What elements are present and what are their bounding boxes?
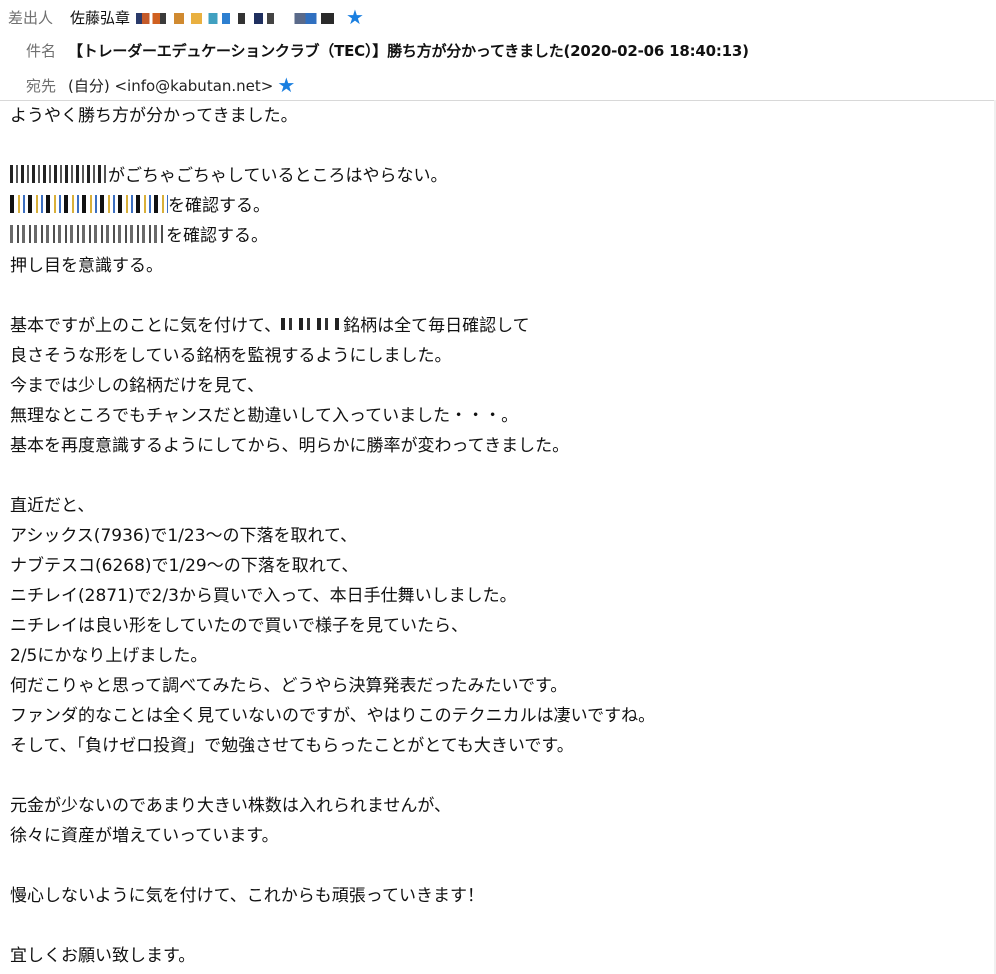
body-line: 2/5にかなり上げました。 — [10, 646, 208, 666]
subject-label: 件名 — [26, 41, 57, 60]
recipient-address[interactable]: (自分) <info@kabutan.net> — [68, 75, 273, 96]
body-line: 徐々に資産が増えていっています。 — [10, 826, 279, 846]
redacted-text — [281, 318, 344, 330]
from-row: 差出人 佐藤弘章 ★ — [8, 2, 364, 32]
body-line: を確認する。 — [10, 221, 986, 251]
body-line: 基本を再度意識するようにしてから、明らかに勝率が変わってきました。 — [10, 436, 570, 456]
body-line: ナブテスコ(6268)で1/29～の下落を取れて、 — [10, 556, 359, 576]
body-line-text: を確認する。 — [166, 226, 268, 246]
body-line: がごちゃごちゃしているところはやらない。 — [10, 161, 986, 191]
body-line-text: を確認する。 — [168, 196, 270, 216]
body-line: 何だこりゃと思って調べてみたら、どうやら決算発表だったみたいです。 — [10, 676, 568, 696]
body-line: ようやく勝ち方が分かってきました。 — [10, 106, 298, 126]
body-line: 良さそうな形をしている銘柄を監視するようにしました。 — [10, 346, 452, 366]
body-line-text: がごちゃごちゃしているところはやらない。 — [108, 166, 448, 186]
redacted-text — [10, 165, 108, 183]
message-body: ようやく勝ち方が分かってきました。 がごちゃごちゃしているところはやらない。 を… — [10, 101, 986, 971]
body-line: 押し目を意識する。 — [10, 256, 163, 276]
to-row: 宛先 (自分) <info@kabutan.net> ★ — [26, 70, 295, 100]
to-label: 宛先 — [26, 76, 57, 95]
redacted-address — [290, 12, 335, 24]
sender-name[interactable]: 佐藤弘章 — [70, 7, 130, 28]
body-line-text: 基本ですが上のことに気を付けて、 — [10, 316, 282, 336]
body-line: 慢心しないように気を付けて、これからも頑張っていきます！ — [10, 886, 484, 906]
body-line: 宜しくお願い致します。 — [10, 946, 196, 966]
body-line: 直近だと、 — [10, 496, 95, 516]
body-line: そして、「負けゼロ投資」で勉強させてもらったことがとても大きいです。 — [10, 736, 574, 756]
from-label: 差出人 — [8, 8, 54, 27]
body-line: ニチレイは良い形をしていたので買いで様子を見ていたら、 — [10, 616, 468, 636]
body-line: 無理なところでもチャンスだと勘違いして入っていました・・・。 — [10, 406, 519, 426]
subject-text: 【トレーダーエデュケーションクラブ（TEC）】勝ち方が分かってきました(2020… — [68, 41, 749, 60]
redacted-address — [136, 12, 167, 24]
star-icon[interactable]: ★ — [277, 75, 295, 95]
body-line: 元金が少ないのであまり大きい株数は入れられませんが、 — [10, 796, 451, 816]
body-line: 今までは少しの銘柄だけを見て、 — [10, 376, 265, 396]
message-header: 差出人 佐藤弘章 ★ 件名 【トレーダーエデュケーションクラブ（TEC）】勝ち方… — [0, 0, 996, 101]
body-line: アシックス(7936)で1/23～の下落を取れて、 — [10, 526, 358, 546]
redacted-text — [10, 195, 168, 213]
redacted-address — [174, 12, 231, 24]
body-line: を確認する。 — [10, 191, 986, 221]
body-line: ファンダ的なことは全く見ていないのですが、やはりこのテクニカルは凄いですね。 — [10, 706, 656, 726]
redacted-text — [10, 225, 166, 243]
body-line: ニチレイ(2871)で2/3から買いで入って、本日手仕舞いしました。 — [10, 586, 517, 606]
redacted-address — [238, 12, 275, 24]
subject-row: 件名 【トレーダーエデュケーションクラブ（TEC）】勝ち方が分かってきました(2… — [26, 35, 749, 65]
body-line: 基本ですが上のことに気を付けて、 銘柄は全て毎日確認して — [10, 311, 986, 341]
star-icon[interactable]: ★ — [346, 7, 364, 27]
body-line-text: 銘柄は全て毎日確認して — [343, 316, 530, 336]
